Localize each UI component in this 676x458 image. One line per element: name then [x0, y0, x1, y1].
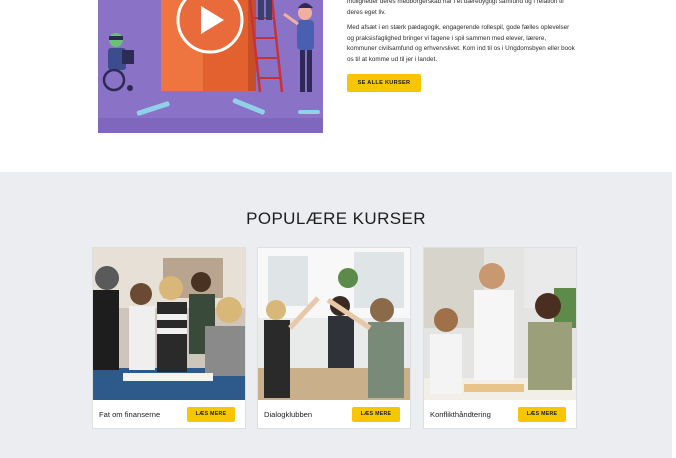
course-card-fat-om-finanserne[interactable]: Fat om finanserne LÆS MERE	[92, 247, 246, 429]
read-more-button[interactable]: LÆS MERE	[352, 407, 400, 422]
section-title: POPULÆRE KURSER	[246, 209, 426, 228]
course-photo	[258, 248, 410, 400]
popular-courses-section: POPULÆRE KURSER Fat om finanserne LÆS ME…	[0, 172, 672, 458]
video-player[interactable]	[98, 0, 323, 133]
intro-section: muligheder deres medborgerskab har i et …	[0, 0, 676, 172]
intro-paragraph-2: Med afsæt i en stærk pædagogik, engagere…	[347, 24, 575, 63]
course-photo	[424, 248, 576, 400]
intro-paragraph-1: muligheder deres medborgerskab har i et …	[347, 0, 564, 16]
course-card-konflikthaandtering[interactable]: Konflikthåndtering LÆS MERE	[423, 247, 577, 429]
read-more-button[interactable]: LÆS MERE	[187, 407, 235, 422]
course-name: Konflikthåndtering	[430, 410, 491, 419]
course-name: Dialogklubben	[264, 410, 313, 419]
page-edge	[672, 0, 676, 458]
course-name: Fat om finanserne	[99, 410, 161, 419]
intro-text: muligheder deres medborgerskab har i et …	[347, 0, 575, 66]
course-card-dialogklubben[interactable]: Dialogklubben LÆS MERE	[257, 247, 411, 429]
course-photo	[93, 248, 245, 400]
video-illustration	[98, 0, 323, 133]
read-more-button[interactable]: LÆS MERE	[518, 407, 566, 422]
see-all-courses-button[interactable]: SE ALLE KURSER	[347, 74, 421, 92]
